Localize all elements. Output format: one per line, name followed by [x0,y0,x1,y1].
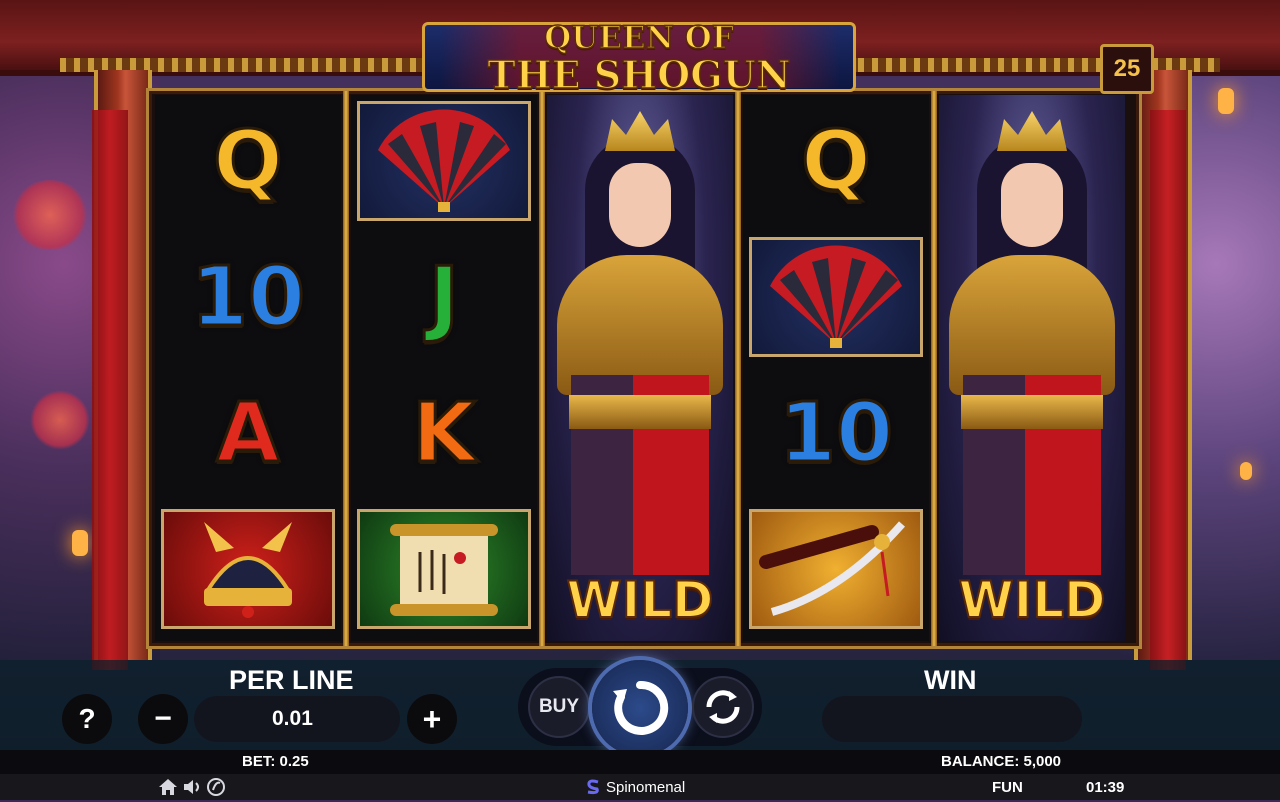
spinomenal-logo-icon [586,779,600,795]
game-title-line2: THE SHOGUN [487,51,792,98]
symbol-q: Q [212,112,285,210]
bet-balance-strip [0,750,1280,774]
queen-armor [557,255,723,395]
reel-divider [735,91,741,646]
queen-wild-symbol: WILD [939,95,1125,641]
symbol-ten: 10 [777,384,894,482]
wild-label: WILD [565,570,714,630]
turbo-icon[interactable] [206,777,226,797]
reel-3: WILD [547,95,733,641]
clock: 01:39 [1086,779,1125,796]
symbol-fan [351,95,537,227]
increase-bet-button[interactable]: + [407,694,457,744]
queen-face [609,163,671,247]
autoplay-icon [706,690,740,724]
scroll-icon [357,509,531,629]
symbol-ten: 10 [189,248,306,346]
reel-4: Q 10 [743,95,929,641]
game-mode: FUN [992,779,1023,796]
reel-5: WILD [939,95,1125,641]
paylines-badge: 25 [1100,44,1154,94]
reel-2: J K [351,95,537,641]
cherry-blossom-decoration [30,390,90,450]
queen-armor [949,255,1115,395]
wild-label: WILD [957,570,1106,630]
samurai-helmet-icon [161,509,335,629]
symbol-samurai-helmet [155,503,341,635]
symbol-scroll [351,503,537,635]
crown-icon [605,111,675,151]
autoplay-button[interactable] [692,676,754,738]
bet-amount: BET: 0.25 [242,753,309,770]
decrease-bet-button[interactable]: − [138,694,188,744]
reel-1: Q 10 A [155,95,341,641]
left-drape [92,110,128,670]
symbol-fan [743,231,929,363]
symbol-k: K [411,384,478,482]
spin-button[interactable] [592,660,688,756]
home-icon[interactable] [158,778,178,796]
balance-amount: BALANCE: 5,000 [941,753,1062,770]
per-line-label: PER LINE [229,665,354,695]
win-label: WIN [924,665,977,695]
queen-belt [569,395,711,429]
per-line-value: 0.01 [272,707,313,730]
queen-belt [961,395,1103,429]
buy-feature-button[interactable]: BUY [528,676,590,738]
lantern-decoration [72,530,88,556]
right-drape [1150,110,1186,670]
brand-name: Spinomenal [606,779,686,796]
cherry-blossom-decoration [10,180,90,250]
reel-divider [539,91,545,646]
lantern-decoration [1218,88,1234,114]
queen-wild-symbol: WILD [547,95,733,641]
sword-icon [749,509,923,629]
help-button[interactable]: ? [62,694,112,744]
reel-divider [931,91,937,646]
sound-icon[interactable] [182,778,202,796]
spin-icon [613,680,669,735]
reel-area[interactable]: Q 10 A J K WILD Q 10 WILD [146,88,1142,649]
fan-icon [357,101,531,221]
symbol-q: Q [800,112,873,210]
win-value-field [822,696,1082,742]
fan-icon [749,237,923,357]
crown-icon [997,111,1067,151]
reel-divider [343,91,349,646]
symbol-j: J [427,248,460,346]
lantern-decoration [1240,462,1252,480]
symbol-sword [743,503,929,635]
game-title-line1: QUEEN OF [544,19,735,57]
symbol-a: A [215,384,281,482]
queen-face [1001,163,1063,247]
